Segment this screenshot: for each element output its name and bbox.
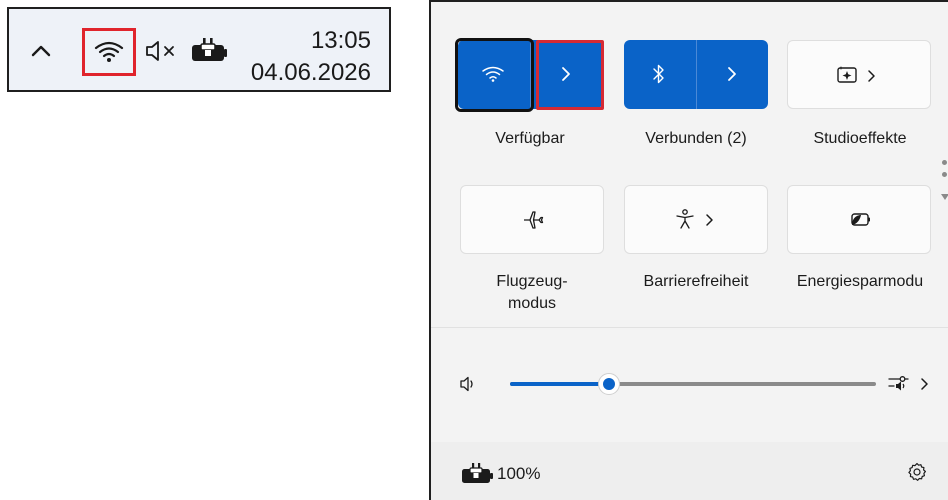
energy-saver-tile[interactable] (787, 185, 931, 254)
clock-date[interactable]: 04.06.2026 (251, 59, 371, 87)
studio-effects-icon (837, 66, 857, 83)
accessibility-tile[interactable] (624, 185, 768, 254)
volume-slider-fill (510, 382, 609, 386)
taskbar-tray: 13:05 04.06.2026 (7, 7, 391, 92)
wifi-networks-button[interactable] (536, 40, 604, 110)
accessibility-tile-label: Barrierefreiheit (643, 273, 749, 290)
energy-saver-icon (851, 213, 870, 226)
wifi-icon (94, 41, 124, 62)
volume-slider-thumb[interactable] (597, 373, 620, 395)
airplane-mode-tile[interactable] (460, 185, 604, 254)
audio-output-icon[interactable] (888, 374, 912, 394)
wifi-tray-button[interactable] (82, 28, 136, 76)
airplane-icon (524, 211, 544, 229)
speaker-icon[interactable] (459, 376, 477, 392)
energy-saver-tile-label: Energiesparmodu (796, 273, 924, 290)
airplane-mode-tile-label: Flugzeug- modus (496, 273, 568, 312)
wifi-tile-label: Verfügbar (495, 130, 565, 147)
clock-time[interactable]: 13:05 (311, 27, 371, 55)
settings-gear-icon[interactable] (907, 462, 927, 482)
battery-charging-icon[interactable] (461, 462, 497, 486)
page-indicator-dot (942, 172, 947, 177)
studio-effects-tile[interactable] (787, 40, 931, 109)
wifi-toggle-focus (455, 38, 534, 112)
chevron-down-icon[interactable] (940, 192, 948, 202)
bluetooth-tile[interactable] (624, 40, 768, 109)
chevron-right-icon[interactable] (920, 377, 930, 391)
bluetooth-icon (653, 64, 664, 84)
volume-muted-icon[interactable] (144, 38, 180, 69)
quick-settings-panel: Verfügbar Verbunden (2) Studioeffekte Fl… (429, 0, 948, 500)
page-indicator-dot (942, 160, 947, 165)
bluetooth-tile-label: Verbunden (2) (645, 130, 747, 147)
chevron-up-icon[interactable] (27, 37, 55, 65)
chevron-right-icon (868, 70, 875, 82)
accessibility-icon (676, 209, 694, 229)
battery-percentage[interactable]: 100% (497, 464, 540, 484)
studio-effects-tile-label: Studioeffekte (813, 130, 907, 147)
chevron-right-icon (706, 214, 713, 226)
battery-charging-icon[interactable] (190, 37, 230, 70)
quick-settings-footer: 100% (431, 442, 948, 500)
panel-divider (431, 327, 948, 328)
chevron-right-icon[interactable] (724, 66, 740, 82)
